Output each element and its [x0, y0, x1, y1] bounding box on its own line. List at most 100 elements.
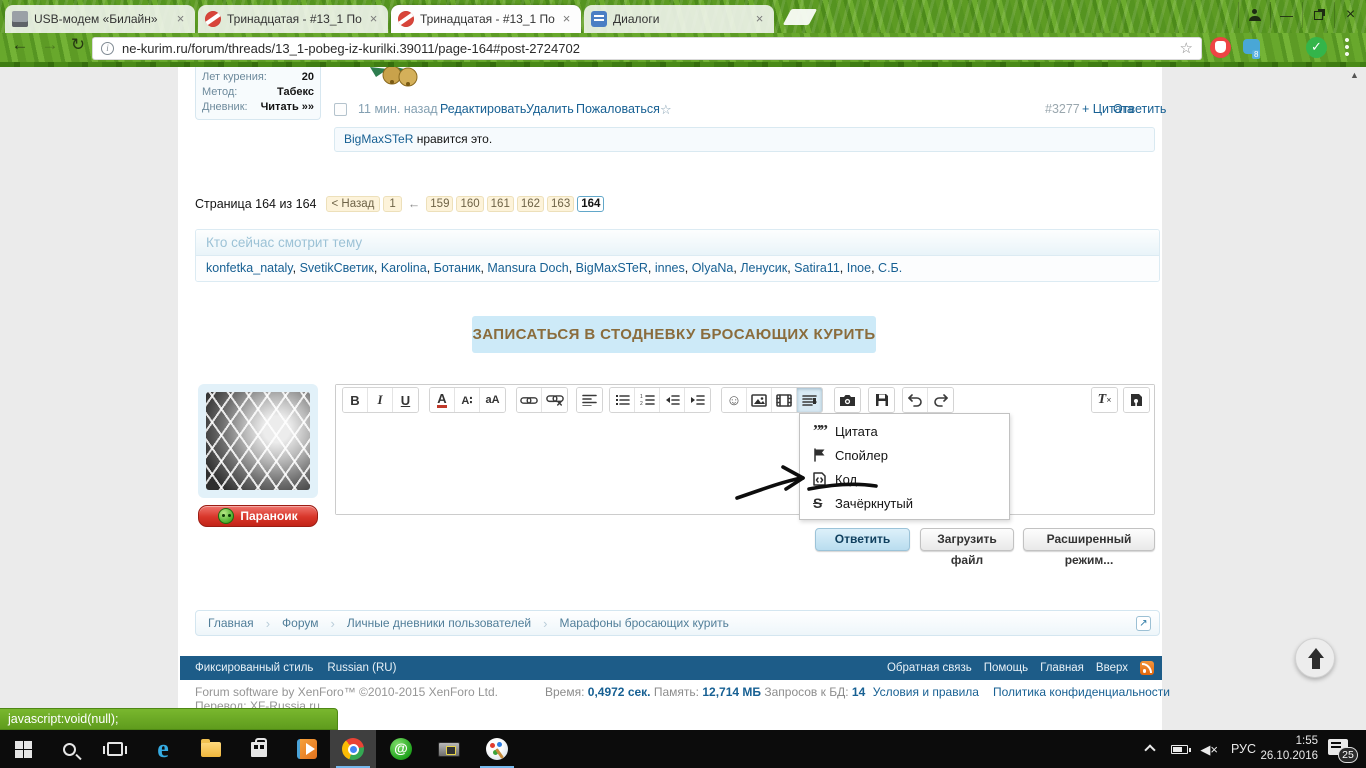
menu-item-code[interactable]: Код: [800, 467, 1009, 491]
page-button[interactable]: 163: [547, 196, 574, 212]
advanced-mode-button[interactable]: Расширенный режим...: [1023, 528, 1155, 551]
viewer-username-link[interactable]: Mansura Doch: [487, 261, 568, 275]
language-chooser-link[interactable]: Russian (RU): [327, 662, 396, 674]
home-link[interactable]: Главная: [1040, 662, 1084, 674]
save-drafts-button[interactable]: [869, 388, 894, 412]
breadcrumb-diaries[interactable]: Личные дневники пользователей: [347, 616, 531, 630]
indent-button[interactable]: [685, 388, 710, 412]
submit-reply-button[interactable]: Ответить: [815, 528, 910, 551]
browser-menu-icon[interactable]: •••: [1343, 37, 1351, 58]
tab-close-icon[interactable]: ×: [173, 12, 188, 27]
restore-button[interactable]: [1302, 2, 1334, 28]
taskbar-explorer[interactable]: [188, 730, 234, 768]
viewer-username-link[interactable]: Ботаник: [434, 261, 481, 275]
adblock-extension-icon[interactable]: [1210, 37, 1231, 58]
start-button[interactable]: [0, 730, 46, 768]
menu-item-spoiler[interactable]: Спойлер: [800, 443, 1009, 467]
tab-close-icon[interactable]: ×: [366, 12, 381, 27]
underline-button[interactable]: U: [393, 388, 418, 412]
bold-button[interactable]: B: [343, 388, 368, 412]
tab-dialogs[interactable]: Диалоги ×: [584, 5, 774, 33]
upload-file-button[interactable]: Загрузить файл: [920, 528, 1014, 551]
top-link[interactable]: Вверх: [1096, 662, 1128, 674]
help-link[interactable]: Помощь: [984, 662, 1028, 674]
taskbar-edge[interactable]: e: [140, 730, 186, 768]
ordered-list-button[interactable]: 12: [635, 388, 660, 412]
undo-button[interactable]: [903, 388, 928, 412]
viewer-username-link[interactable]: Ленусик: [740, 261, 787, 275]
tab-usb-modem[interactable]: USB-модем «Билайн» ×: [5, 5, 195, 33]
viewer-username-link[interactable]: BigMaxSTeR: [576, 261, 648, 275]
redo-button[interactable]: [928, 388, 953, 412]
rss-icon[interactable]: [1140, 661, 1154, 675]
viewer-username-link[interactable]: OlyaNa: [692, 261, 734, 275]
viewer-username-link[interactable]: Karolina: [381, 261, 427, 275]
page-button-first[interactable]: 1: [383, 196, 401, 212]
scroll-to-top-button[interactable]: [1295, 638, 1335, 678]
text-direction-button[interactable]: [577, 388, 602, 412]
breadcrumb-marathons[interactable]: Марафоны бросающих курить: [559, 616, 728, 630]
diary-link[interactable]: Читать »»: [261, 100, 314, 115]
breadcrumb-home[interactable]: Главная: [208, 616, 254, 630]
insert-media-button[interactable]: [772, 388, 797, 412]
reload-icon[interactable]: ↻: [66, 35, 90, 55]
insert-bbcode-list-button[interactable]: [797, 388, 822, 412]
viewer-username-link[interactable]: innes: [655, 261, 685, 275]
breadcrumb-forum[interactable]: Форум: [282, 616, 318, 630]
tab-close-icon[interactable]: ×: [559, 12, 574, 27]
page-button[interactable]: 159: [426, 196, 453, 212]
new-tab-button[interactable]: [783, 9, 818, 25]
message-textarea[interactable]: [336, 415, 1154, 514]
privacy-link[interactable]: Политика конфиденциальности: [993, 685, 1170, 699]
font-family-button[interactable]: aA: [480, 388, 505, 412]
taskbar-mail-agent[interactable]: @: [378, 730, 424, 768]
taskbar-search[interactable]: [46, 730, 92, 768]
close-button[interactable]: ×: [1334, 2, 1366, 28]
taskbar-screenshot-tool[interactable]: [426, 730, 472, 768]
text-color-button[interactable]: A: [430, 388, 455, 412]
signup-cta-button[interactable]: ЗАПИСАТЬСЯ В СТОДНЕВКУ БРОСАЮЩИХ КУРИТЬ: [472, 316, 876, 353]
volume-muted-icon[interactable]: ◀×: [1200, 742, 1218, 758]
minimize-button[interactable]: —: [1270, 2, 1302, 28]
unordered-list-button[interactable]: [610, 388, 635, 412]
jump-to-top-icon[interactable]: ↗: [1136, 616, 1151, 631]
viewer-username-link[interactable]: konfetka_nataly: [206, 261, 293, 275]
page-button[interactable]: 161: [487, 196, 514, 212]
italic-button[interactable]: I: [368, 388, 393, 412]
language-indicator[interactable]: РУС: [1231, 742, 1256, 756]
star-icon[interactable]: ☆: [660, 102, 672, 118]
page-info-icon[interactable]: i: [101, 42, 114, 55]
post-time[interactable]: 11 мин. назад: [358, 102, 438, 116]
forward-icon[interactable]: →: [38, 35, 62, 55]
post-number[interactable]: #3277: [1045, 102, 1080, 116]
current-page-button[interactable]: 164: [577, 196, 604, 212]
user-status-badge[interactable]: Параноик: [198, 505, 318, 527]
back-icon[interactable]: ←: [8, 35, 32, 55]
scrollbar-up-arrow[interactable]: ▲: [1350, 70, 1359, 80]
delete-link[interactable]: Удалить: [526, 102, 574, 116]
menu-item-strikethrough[interactable]: S Зачёркнутый: [800, 491, 1009, 515]
terms-link[interactable]: Условия и правила: [873, 685, 979, 699]
bookmark-star-icon[interactable]: ☆: [1180, 39, 1193, 57]
remove-formatting-button[interactable]: T×: [1092, 388, 1117, 412]
tab-close-icon[interactable]: ×: [752, 12, 767, 27]
url-text[interactable]: ne-kurim.ru/forum/threads/13_1-pobeg-iz-…: [122, 41, 1180, 56]
tab-thread-1[interactable]: Тринадцатая - #13_1 По ×: [198, 5, 388, 33]
menu-item-quote[interactable]: ”” Цитата: [800, 419, 1009, 443]
report-link[interactable]: Пожаловаться: [576, 102, 660, 116]
unlink-button[interactable]: [542, 388, 567, 412]
clock[interactable]: 1:55 26.10.2016: [1258, 734, 1318, 763]
viewer-username-link[interactable]: Inoe: [847, 261, 871, 275]
contact-link[interactable]: Обратная связь: [887, 662, 972, 674]
page-button[interactable]: 160: [456, 196, 483, 212]
camera-button[interactable]: [835, 388, 860, 412]
taskbar-chrome[interactable]: [330, 730, 376, 768]
viewer-username-link[interactable]: SvetikСветик: [300, 261, 374, 275]
battery-icon[interactable]: [1171, 745, 1188, 754]
smilies-button[interactable]: ☺: [722, 388, 747, 412]
tab-thread-2-active[interactable]: Тринадцатая - #13_1 По ×: [391, 5, 581, 33]
bbcode-editor-button[interactable]: [1124, 388, 1149, 412]
viewer-username-link[interactable]: С.Б.: [878, 261, 902, 275]
liker-username[interactable]: BigMaxSTeR: [344, 132, 413, 146]
outdent-button[interactable]: [660, 388, 685, 412]
